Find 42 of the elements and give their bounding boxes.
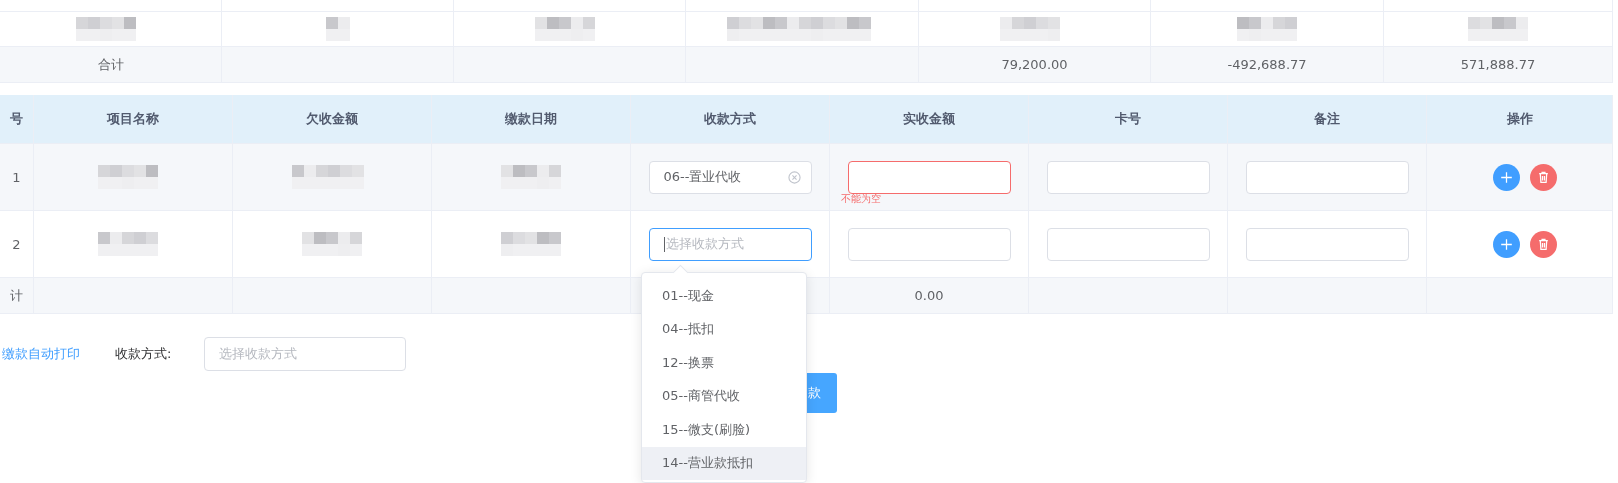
column-header: 卡号	[1115, 110, 1141, 128]
redacted-text	[1237, 17, 1297, 41]
dropdown-option[interactable]: 05--商管代收	[642, 379, 806, 413]
trash-icon[interactable]	[1529, 230, 1557, 258]
redacted-text	[1468, 17, 1528, 41]
dropdown-option[interactable]: 15--微支(刷脸)	[642, 413, 806, 447]
total-amount: 0.00	[914, 288, 944, 303]
error-message: 不能为空	[841, 192, 881, 206]
add-icon[interactable]	[1492, 163, 1520, 191]
total-label: 计	[10, 286, 23, 305]
table-cell: -492,688.77	[1227, 57, 1307, 72]
column-header: 备注	[1314, 110, 1340, 128]
table-cell: 79,200.00	[1001, 57, 1068, 72]
total-label: 合计	[97, 55, 124, 74]
add-icon[interactable]	[1492, 230, 1520, 258]
column-header: 项目名称	[107, 110, 159, 128]
table-cell: 571,888.77	[1460, 57, 1536, 72]
column-header: 操作	[1506, 110, 1533, 128]
row-index: 2	[12, 236, 21, 252]
amount-field[interactable]	[847, 160, 1011, 194]
column-header: 缴款日期	[505, 110, 557, 128]
column-header: 收款方式	[704, 110, 756, 128]
redacted-text	[325, 17, 350, 41]
column-header: 号	[10, 110, 23, 128]
redacted-text	[501, 165, 561, 189]
column-header: 实收金额	[903, 110, 955, 128]
clear-icon[interactable]	[787, 170, 801, 184]
column-header: 欠收金额	[306, 110, 358, 128]
dropdown-option[interactable]: 14--营业款抵扣	[642, 446, 806, 480]
payment-method-select[interactable]: 06--置业代收	[648, 160, 812, 194]
card-number-field[interactable]	[1046, 160, 1210, 194]
row-index: 1	[12, 169, 21, 185]
trash-icon[interactable]	[1529, 163, 1557, 191]
card-number-field[interactable]	[1046, 227, 1210, 261]
redacted-text	[501, 232, 561, 256]
dropdown-option[interactable]: 12--换票	[642, 346, 806, 380]
dropdown-option[interactable]: 01--现金	[642, 279, 806, 313]
field-label: 收款方式:	[115, 345, 173, 363]
redacted-text	[302, 232, 362, 256]
remark-field[interactable]	[1245, 227, 1409, 261]
dropdown-option[interactable]: 04--抵扣	[642, 312, 806, 346]
remark-field[interactable]	[1245, 160, 1409, 194]
